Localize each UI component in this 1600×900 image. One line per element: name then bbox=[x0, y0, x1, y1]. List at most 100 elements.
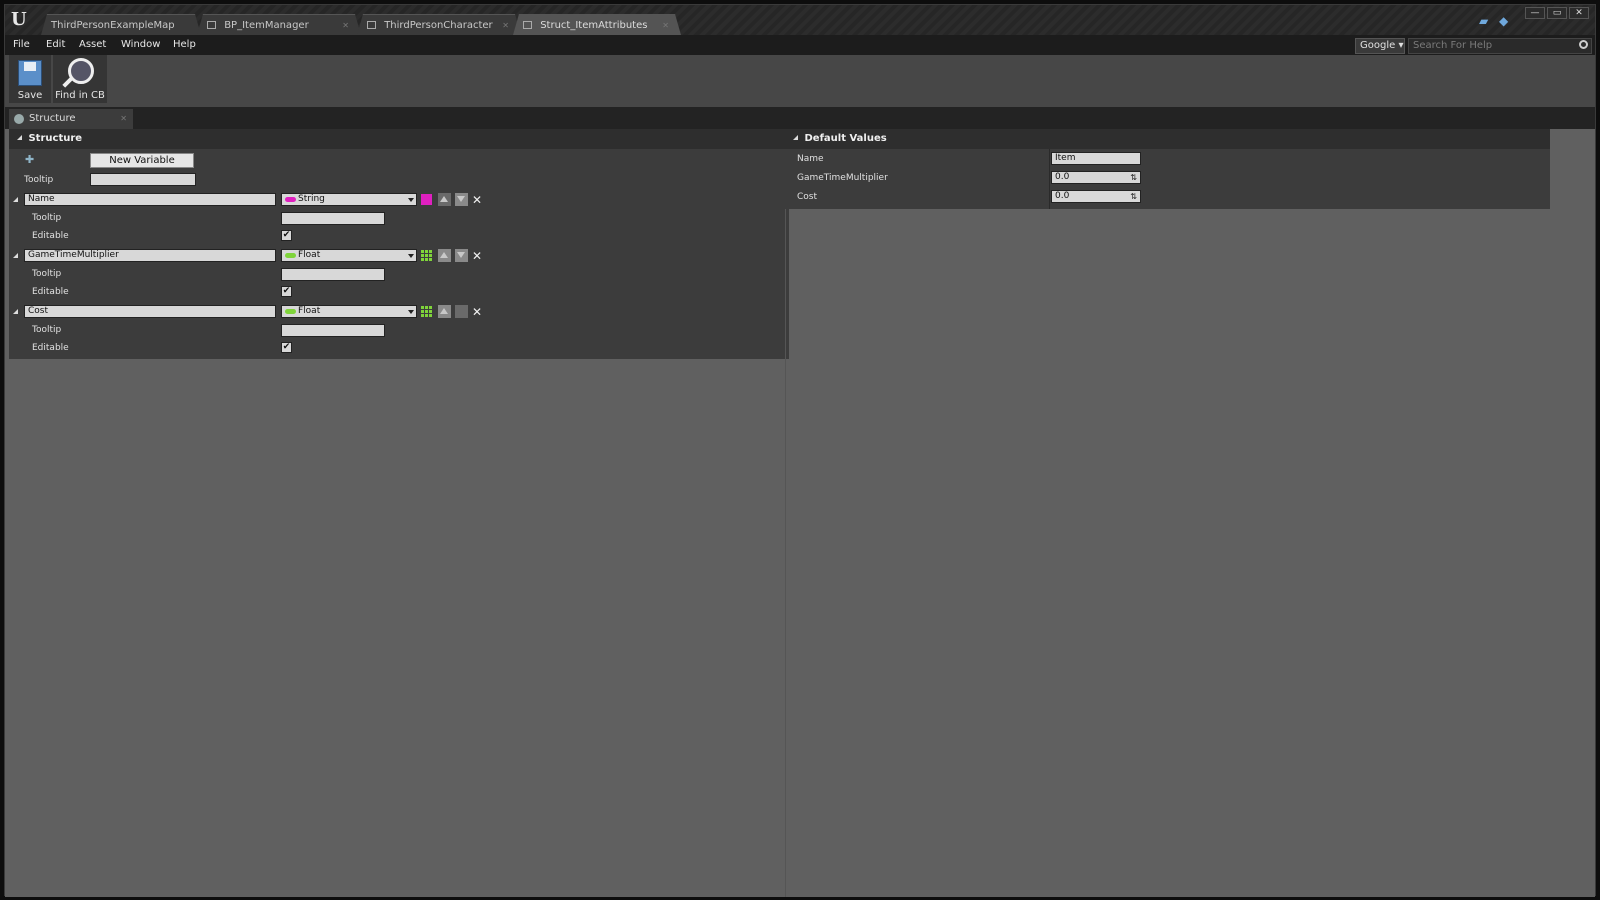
move-down-button[interactable] bbox=[455, 193, 468, 206]
default-value: 0.0 bbox=[1055, 191, 1070, 201]
doc-tab-third-person-character[interactable]: ThirdPersonCharacter ✕ bbox=[357, 14, 521, 35]
doc-tab-third-person-example-map[interactable]: ThirdPersonExampleMap bbox=[41, 14, 201, 35]
search-provider-dropdown[interactable]: Google ▾ bbox=[1355, 38, 1405, 54]
spin-arrows-icon[interactable]: ⇅ bbox=[1130, 173, 1137, 182]
move-up-button[interactable] bbox=[438, 193, 451, 206]
menu-asset[interactable]: Asset bbox=[79, 35, 106, 55]
menu-help[interactable]: Help bbox=[173, 35, 196, 55]
variable-type-dropdown[interactable]: String bbox=[281, 193, 417, 206]
move-up-button[interactable] bbox=[438, 305, 451, 318]
move-down-button[interactable] bbox=[455, 305, 468, 318]
delete-variable-icon[interactable]: ✕ bbox=[471, 306, 483, 318]
collapse-triangle-icon[interactable] bbox=[17, 135, 22, 140]
arrow-up-icon bbox=[440, 196, 448, 202]
check-icon: ✔ bbox=[282, 230, 291, 240]
variable-tooltip-row: Tooltip bbox=[9, 209, 789, 227]
variable-tooltip-field[interactable] bbox=[281, 324, 385, 337]
container-type-icon[interactable] bbox=[421, 306, 432, 317]
chevron-down-icon bbox=[408, 198, 414, 202]
default-gametimemultiplier-field[interactable]: 0.0 ⇅ bbox=[1051, 171, 1141, 184]
doc-tab-struct-item-attributes[interactable]: Struct_ItemAttributes ✕ bbox=[513, 14, 681, 35]
blueprint-icon bbox=[207, 21, 216, 29]
variable-type-dropdown[interactable]: Float bbox=[281, 305, 417, 318]
variable-type-label: Float bbox=[298, 306, 321, 316]
close-icon[interactable]: ✕ bbox=[120, 109, 127, 129]
delete-variable-icon[interactable]: ✕ bbox=[471, 194, 483, 206]
default-values-header[interactable]: Default Values bbox=[785, 129, 1550, 149]
variable-name-field[interactable]: GameTimeMultiplier bbox=[24, 249, 276, 262]
variable-row-gametimemultiplier: GameTimeMultiplier Float ✕ bbox=[9, 247, 789, 265]
blueprint-icon bbox=[367, 21, 376, 29]
struct-tooltip-row: Tooltip bbox=[9, 171, 789, 189]
unreal-logo-icon[interactable]: U bbox=[11, 10, 31, 30]
struct-tooltip-label: Tooltip bbox=[24, 175, 54, 185]
variable-tooltip-label: Tooltip bbox=[32, 325, 62, 335]
move-down-button[interactable] bbox=[455, 249, 468, 262]
variable-editable-label: Editable bbox=[32, 287, 69, 297]
save-button-label: Save bbox=[17, 90, 43, 101]
variable-tooltip-field[interactable] bbox=[281, 212, 385, 225]
menu-bar: File Edit Asset Window Help Google ▾ Sea… bbox=[5, 35, 1595, 55]
editor-window: U ThirdPersonExampleMap BP_ItemManager ✕… bbox=[4, 4, 1596, 897]
chevron-down-icon bbox=[408, 310, 414, 314]
doc-tab-bp-item-manager[interactable]: BP_ItemManager ✕ bbox=[197, 14, 361, 35]
variable-editable-row: Editable ✔ bbox=[9, 339, 789, 357]
new-variable-button[interactable]: New Variable bbox=[90, 153, 194, 168]
help-search-input[interactable]: Search For Help bbox=[1408, 38, 1592, 54]
structure-panel: Structure ✚ New Variable Tooltip Name St… bbox=[9, 129, 789, 359]
tab-structure-label: Structure bbox=[29, 113, 76, 124]
variable-name-field[interactable]: Name bbox=[24, 193, 276, 206]
default-label: Cost bbox=[797, 192, 818, 202]
variable-type-label: Float bbox=[298, 250, 321, 260]
default-values-panel: Default Values Name Item GameTimeMultipl… bbox=[785, 129, 1550, 209]
variable-row-name: Name String ✕ bbox=[9, 191, 789, 209]
chat-icon[interactable]: ▰ bbox=[1479, 15, 1493, 27]
close-button[interactable]: ✕ bbox=[1569, 7, 1589, 19]
float-type-icon bbox=[285, 253, 296, 258]
variable-type-label: String bbox=[298, 194, 325, 204]
magnifier-icon bbox=[68, 58, 94, 84]
spin-arrows-icon[interactable]: ⇅ bbox=[1130, 192, 1137, 201]
container-type-icon[interactable] bbox=[421, 250, 432, 261]
maximize-button[interactable]: ▭ bbox=[1547, 7, 1567, 19]
collapse-triangle-icon[interactable] bbox=[13, 253, 18, 258]
close-icon[interactable]: ✕ bbox=[342, 15, 349, 36]
tutorial-icon[interactable]: ◆ bbox=[1499, 15, 1513, 27]
help-search-placeholder: Search For Help bbox=[1413, 40, 1493, 51]
panel-divider[interactable] bbox=[785, 209, 786, 897]
structure-header[interactable]: Structure bbox=[9, 129, 789, 149]
content-area: Structure ✚ New Variable Tooltip Name St… bbox=[5, 129, 1595, 897]
struct-tooltip-field[interactable] bbox=[90, 173, 196, 186]
minimize-button[interactable]: — bbox=[1525, 7, 1545, 19]
structure-icon bbox=[14, 114, 24, 124]
menu-window[interactable]: Window bbox=[121, 35, 160, 55]
search-icon[interactable] bbox=[1579, 40, 1588, 49]
editable-checkbox[interactable]: ✔ bbox=[281, 342, 292, 353]
variable-row-cost: Cost Float ✕ bbox=[9, 303, 789, 321]
tab-structure[interactable]: Structure ✕ bbox=[9, 109, 133, 129]
delete-variable-icon[interactable]: ✕ bbox=[471, 250, 483, 262]
editable-checkbox[interactable]: ✔ bbox=[281, 286, 292, 297]
default-value: 0.0 bbox=[1055, 172, 1070, 182]
close-icon[interactable]: ✕ bbox=[502, 15, 509, 36]
default-row-gametimemultiplier: GameTimeMultiplier 0.0 ⇅ bbox=[785, 169, 1550, 187]
collapse-triangle-icon[interactable] bbox=[13, 309, 18, 314]
container-type-icon[interactable] bbox=[421, 194, 432, 205]
close-icon[interactable]: ✕ bbox=[662, 15, 669, 36]
collapse-triangle-icon[interactable] bbox=[13, 197, 18, 202]
save-icon bbox=[18, 60, 42, 86]
variable-tooltip-field[interactable] bbox=[281, 268, 385, 281]
editable-checkbox[interactable]: ✔ bbox=[281, 230, 292, 241]
menu-file[interactable]: File bbox=[13, 35, 30, 55]
find-in-cb-button[interactable]: Find in CB bbox=[53, 55, 107, 103]
default-row-name: Name Item bbox=[785, 150, 1550, 168]
default-name-field[interactable]: Item bbox=[1051, 152, 1141, 165]
collapse-triangle-icon[interactable] bbox=[793, 135, 798, 140]
menu-edit[interactable]: Edit bbox=[46, 35, 65, 55]
default-cost-field[interactable]: 0.0 ⇅ bbox=[1051, 190, 1141, 203]
variable-type-dropdown[interactable]: Float bbox=[281, 249, 417, 262]
save-button[interactable]: Save bbox=[9, 55, 51, 103]
doc-tab-label: ThirdPersonExampleMap bbox=[51, 20, 175, 31]
move-up-button[interactable] bbox=[438, 249, 451, 262]
variable-name-field[interactable]: Cost bbox=[24, 305, 276, 318]
